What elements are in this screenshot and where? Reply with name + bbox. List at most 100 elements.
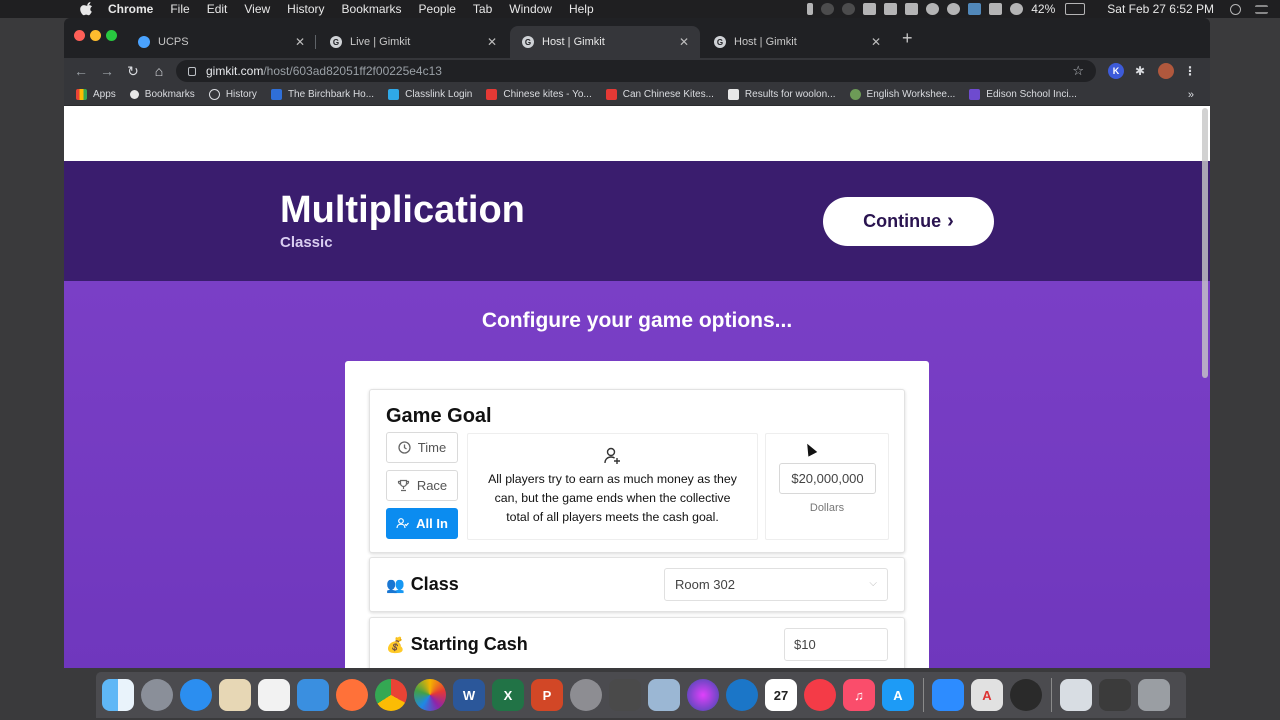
menu-window[interactable]: Window <box>509 2 552 16</box>
back-arrow-icon[interactable]: ← <box>68 63 94 79</box>
minimize-window-button[interactable] <box>90 30 101 41</box>
reload-icon[interactable]: ↻ <box>120 63 146 80</box>
address-bar[interactable]: gimkit.com/host/603ad82051ff2f00225e4c13… <box>176 60 1096 82</box>
bookmarks-overflow-chevron-icon[interactable]: » <box>1188 89 1194 101</box>
siri-icon[interactable] <box>687 679 719 711</box>
wifi-icon[interactable] <box>1010 3 1024 15</box>
goal-value-box: $20,000,000 Dollars <box>765 433 889 540</box>
safari-icon[interactable] <box>180 679 212 711</box>
bookmark-bookmarks[interactable]: Bookmarks <box>129 89 195 100</box>
chrome-menu-icon[interactable]: ⋮ <box>1182 63 1198 79</box>
edge-icon[interactable] <box>726 679 758 711</box>
home-icon[interactable]: ⌂ <box>146 63 172 79</box>
tab-close-icon[interactable]: ✕ <box>486 35 498 49</box>
chrome-icon[interactable] <box>375 679 407 711</box>
preview-icon[interactable] <box>219 679 251 711</box>
menu-bookmarks[interactable]: Bookmarks <box>342 2 402 16</box>
menu-edit[interactable]: Edit <box>207 2 228 16</box>
menu-people[interactable]: People <box>419 2 456 16</box>
bookmark-apps[interactable]: Apps <box>76 89 116 100</box>
bookmark-english-worksheets[interactable]: English Workshee... <box>849 89 955 100</box>
airplay-icon[interactable] <box>989 3 1003 15</box>
menu-view[interactable]: View <box>244 2 270 16</box>
zoom-icon[interactable] <box>932 679 964 711</box>
news-icon[interactable] <box>804 679 836 711</box>
powerpoint-icon[interactable]: P <box>531 679 563 711</box>
music-icon[interactable]: ♫ <box>843 679 875 711</box>
word-icon[interactable]: W <box>453 679 485 711</box>
mode-race-button[interactable]: Race <box>386 470 458 501</box>
clock[interactable]: Sat Feb 27 6:52 PM <box>1107 2 1214 16</box>
extension-k-icon[interactable]: K <box>1108 63 1124 79</box>
battery-icon[interactable] <box>1065 3 1086 15</box>
game-app-icon[interactable] <box>609 679 641 711</box>
tab-ucps[interactable]: UCPS ✕ <box>126 26 316 58</box>
mode-all-in-button[interactable]: All In <box>386 508 458 539</box>
profile-avatar[interactable] <box>1158 63 1174 79</box>
sync-icon[interactable] <box>926 3 940 15</box>
birchbark-favicon-icon <box>270 89 282 100</box>
apple-icon[interactable] <box>80 2 94 16</box>
app-status-icon[interactable] <box>968 3 982 15</box>
class-select[interactable]: Room 302 ⌵ <box>664 568 888 601</box>
firefox-icon[interactable] <box>336 679 368 711</box>
minimized-window-icon[interactable] <box>1099 679 1131 711</box>
network-radar-icon[interactable] <box>1010 679 1042 711</box>
tab-live-gimkit[interactable]: G Live | Gimkit ✕ <box>318 26 508 58</box>
finder-icon[interactable] <box>102 679 134 711</box>
status-dot-icon[interactable] <box>842 3 856 15</box>
tab-close-icon[interactable]: ✕ <box>294 35 306 49</box>
launchpad-icon[interactable] <box>141 679 173 711</box>
bookmark-star-icon[interactable]: ☆ <box>1072 63 1084 79</box>
menu-chrome[interactable]: Chrome <box>108 2 153 16</box>
bookmark-classlink[interactable]: Classlink Login <box>388 89 472 100</box>
screenshot-icon[interactable] <box>905 3 919 15</box>
acrobat-icon[interactable]: A <box>971 679 1003 711</box>
lock-icon[interactable] <box>188 66 196 76</box>
downloads-stack-icon[interactable] <box>1060 679 1092 711</box>
bookmark-chinese-kites-youtube[interactable]: Chinese kites - Yo... <box>486 89 592 100</box>
bookmark-birchbark[interactable]: The Birchbark Ho... <box>270 89 374 100</box>
extensions-puzzle-icon[interactable]: ✱ <box>1132 63 1148 79</box>
cash-goal-input[interactable]: $20,000,000 <box>779 463 876 494</box>
menu-history[interactable]: History <box>287 2 324 16</box>
image-capture-icon[interactable] <box>648 679 680 711</box>
numbers-icon[interactable] <box>258 679 290 711</box>
menu-file[interactable]: File <box>170 2 189 16</box>
tab-close-icon[interactable]: ✕ <box>870 35 882 49</box>
spotlight-search-icon[interactable] <box>1230 3 1241 15</box>
notification-center-icon[interactable] <box>1255 4 1268 14</box>
menu-help[interactable]: Help <box>569 2 594 16</box>
drive-icon[interactable] <box>884 3 898 15</box>
keynote-icon[interactable] <box>297 679 329 711</box>
trash-icon[interactable] <box>1138 679 1170 711</box>
close-window-button[interactable] <box>74 30 85 41</box>
page-scrollbar[interactable] <box>1202 108 1208 378</box>
starting-cash-title-row: 💰 Starting Cash <box>386 634 528 655</box>
mode-time-button[interactable]: Time <box>386 432 458 463</box>
forward-arrow-icon[interactable]: → <box>94 63 120 79</box>
bookmark-can-chinese-kites[interactable]: Can Chinese Kites... <box>605 89 714 100</box>
menu-tab[interactable]: Tab <box>473 2 492 16</box>
tab-host-gimkit-active[interactable]: G Host | Gimkit ✕ <box>510 26 700 58</box>
status-dot-icon[interactable] <box>821 3 835 15</box>
tab-close-icon[interactable]: ✕ <box>678 35 690 49</box>
people-emoji-icon: 👥 <box>386 576 405 594</box>
app-store-icon[interactable]: A <box>882 679 914 711</box>
bookmark-results-woolon[interactable]: Results for woolon... <box>727 89 836 100</box>
starting-cash-input[interactable]: $10 <box>784 628 888 661</box>
calendar-icon[interactable]: 27 <box>765 679 797 711</box>
system-preferences-icon[interactable] <box>570 679 602 711</box>
maximize-window-button[interactable] <box>106 30 117 41</box>
bookmark-history[interactable]: History <box>208 89 257 100</box>
bookmark-edison-school[interactable]: Edison School Inci... <box>969 89 1077 100</box>
tab-host-gimkit[interactable]: G Host | Gimkit ✕ <box>702 26 892 58</box>
cloud-icon[interactable] <box>947 3 961 15</box>
new-tab-plus-icon[interactable]: + <box>902 28 913 49</box>
photos-icon[interactable] <box>414 679 446 711</box>
continue-button[interactable]: Continue › <box>823 197 994 246</box>
zoom-menubar-icon[interactable] <box>863 3 877 15</box>
microphone-icon[interactable] <box>807 3 814 15</box>
starting-cash-title: Starting Cash <box>410 634 528 654</box>
excel-icon[interactable]: X <box>492 679 524 711</box>
